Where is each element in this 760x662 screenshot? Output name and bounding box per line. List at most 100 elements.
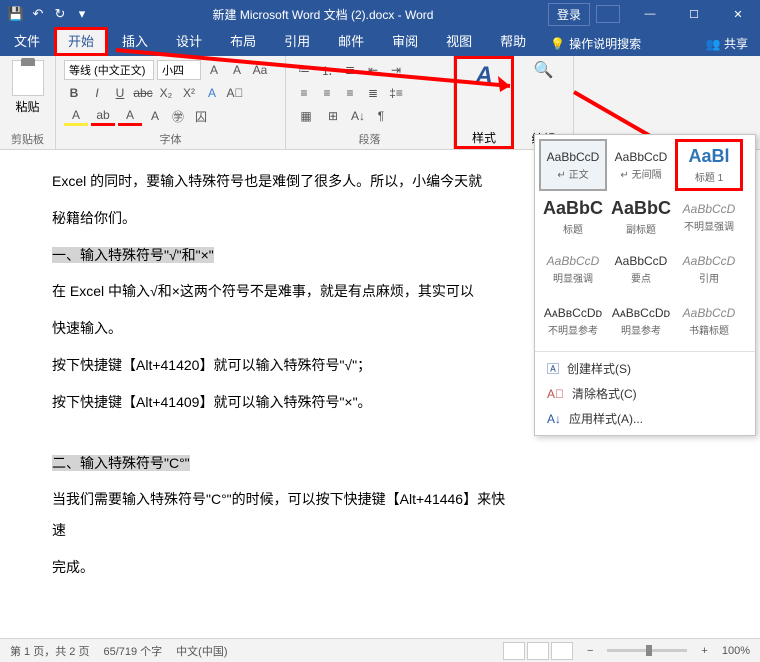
doc-paragraph[interactable]: 按下快捷键【Alt+41420】就可以输入特殊符号"√"； [52,350,506,381]
tab-references[interactable]: 引用 [270,27,324,56]
font-color2-button[interactable]: A [118,106,142,126]
read-mode-icon[interactable] [503,642,525,660]
superscript-button[interactable]: X² [179,83,199,103]
style-quote[interactable]: AaBbCcD引用 [675,243,743,295]
styles-label: 样式 [472,129,496,146]
save-icon[interactable]: 💾 [6,4,26,24]
doc-paragraph[interactable]: 完成。 [52,552,506,583]
style-subtitle[interactable]: AaBbC副标题 [607,191,675,243]
text-effects-icon[interactable]: A [202,83,222,103]
doc-blank[interactable] [52,424,506,442]
style-heading1[interactable]: AaBl标题 1 [675,139,743,191]
zoom-slider[interactable] [607,649,687,652]
create-style-menuitem[interactable]: 🄰创建样式(S) [535,356,755,381]
doc-paragraph[interactable]: 在 Excel 中输入√和×这两个符号不是难事，就是有点麻烦，其实可以 [52,276,506,307]
style-intense-ref[interactable]: AᴀBʙCᴄDᴅ明显参考 [607,295,675,347]
style-subtle-emphasis[interactable]: AaBbCcD不明显强调 [675,191,743,243]
titlebar: 💾 ↶ ↻ ▾ 新建 Microsoft Word 文档 (2).docx - … [0,0,760,28]
word-count[interactable]: 65/719 个字 [103,643,162,659]
tab-home[interactable]: 开始 [54,27,108,56]
align-right-icon[interactable]: ≡ [340,83,360,103]
tell-me-search[interactable]: 💡 操作说明搜索 [540,31,651,56]
apply-style-icon: A↓ [547,412,561,426]
tab-file[interactable]: 文件 [0,27,54,56]
print-layout-icon[interactable] [527,642,549,660]
multilevel-icon[interactable]: ≣ [340,60,360,80]
sort-icon[interactable]: A↓ [348,106,368,126]
zoom-in-icon[interactable]: + [701,645,707,657]
italic-button[interactable]: I [87,83,107,103]
font-label: 字体 [64,129,277,147]
shading-icon[interactable]: ▦ [294,106,318,126]
doc-paragraph[interactable]: Excel 的同时，要输入特殊符号也是难倒了很多人。所以，小编今天就 [52,166,506,197]
document-body[interactable]: Excel 的同时，要输入特殊符号也是难倒了很多人。所以，小编今天就 秘籍给你们… [0,150,520,583]
strike-button[interactable]: abc [133,83,153,103]
close-button[interactable]: ✕ [716,0,760,28]
doc-paragraph[interactable]: 按下快捷键【Alt+41409】就可以输入特殊符号"×"。 [52,387,506,418]
ribbon-tabs: 文件 开始 插入 设计 布局 引用 邮件 审阅 视图 帮助 💡 操作说明搜索 👥… [0,28,760,56]
clear-format-menuitem[interactable]: A⃠清除格式(C) [535,381,755,406]
borders-icon[interactable]: ⊞ [321,106,345,126]
decrease-indent-icon[interactable]: ⇤ [363,60,383,80]
language[interactable]: 中文(中国) [176,643,227,659]
zoom-level[interactable]: 100% [722,645,750,657]
share-label: 共享 [724,37,748,51]
style-book-title[interactable]: AaBbCcD书籍标题 [675,295,743,347]
line-spacing-icon[interactable]: ‡≡ [386,83,406,103]
style-nospacing[interactable]: AaBbCcD↵ 无间隔 [607,139,675,191]
highlight-button[interactable]: A [64,106,88,126]
tab-layout[interactable]: 布局 [216,27,270,56]
doc-paragraph[interactable]: 秘籍给你们。 [52,203,506,234]
maximize-button[interactable]: ☐ [672,0,716,28]
tab-mailings[interactable]: 邮件 [324,27,378,56]
tab-design[interactable]: 设计 [162,27,216,56]
styles-group[interactable]: A 样式 [454,56,514,149]
style-subtle-ref[interactable]: AᴀBʙCᴄDᴅ不明显参考 [539,295,607,347]
style-preview: AaBbCcD [547,150,600,164]
page-count[interactable]: 第 1 页，共 2 页 [10,643,89,659]
justify-icon[interactable]: ≣ [363,83,383,103]
align-center-icon[interactable]: ≡ [317,83,337,103]
phonetic-icon[interactable]: A [145,106,165,126]
change-case-icon[interactable]: Aa [250,60,270,80]
style-strong[interactable]: AaBbCcD要点 [607,243,675,295]
style-normal[interactable]: AaBbCcD↵ 正文 [539,139,607,191]
lightbulb-icon: 💡 [550,37,565,51]
subscript-button[interactable]: X₂ [156,83,176,103]
style-title[interactable]: AaBbC标题 [539,191,607,243]
char-border-icon[interactable]: 囚 [191,106,211,126]
underline-button[interactable]: U [110,83,130,103]
tab-view[interactable]: 视图 [432,27,486,56]
apply-style-menuitem[interactable]: A↓应用样式(A)... [535,406,755,431]
share-button[interactable]: 👥 共享 [694,31,760,56]
font-color-button[interactable]: ab [91,106,115,126]
decrease-font-icon[interactable]: A [227,60,247,80]
font-name-select[interactable]: 等线 (中文正文) [64,60,154,80]
style-intense-emphasis[interactable]: AaBbCcD明显强调 [539,243,607,295]
redo-icon[interactable]: ↻ [50,4,70,24]
align-left-icon[interactable]: ≡ [294,83,314,103]
login-button[interactable]: 登录 [548,3,590,26]
enclose-icon[interactable]: ㊫ [168,106,188,126]
bullets-icon[interactable]: ≔ [294,60,314,80]
tab-help[interactable]: 帮助 [486,27,540,56]
bold-button[interactable]: B [64,83,84,103]
doc-paragraph[interactable]: 当我们需要输入特殊符号"C°"的时候，可以按下快捷键【Alt+41446】来快速 [52,484,506,546]
minimize-button[interactable]: — [628,0,672,28]
tab-insert[interactable]: 插入 [108,27,162,56]
zoom-out-icon[interactable]: − [587,645,593,657]
tab-review[interactable]: 审阅 [378,27,432,56]
increase-font-icon[interactable]: A [204,60,224,80]
web-layout-icon[interactable] [551,642,573,660]
font-size-select[interactable]: 小四 [157,60,201,80]
clear-format-icon[interactable]: A⃠ [225,83,245,103]
style-name: 标题 [563,221,583,236]
qat-customize-icon[interactable]: ▾ [72,4,92,24]
doc-paragraph[interactable]: 快速输入。 [52,313,506,344]
ribbon-display-icon[interactable] [596,5,620,23]
numbering-icon[interactable]: ⒈ [317,60,337,80]
paste-button[interactable]: 粘贴 [8,60,47,115]
show-marks-icon[interactable]: ¶ [371,106,391,126]
increase-indent-icon[interactable]: ⇥ [386,60,406,80]
undo-icon[interactable]: ↶ [28,4,48,24]
